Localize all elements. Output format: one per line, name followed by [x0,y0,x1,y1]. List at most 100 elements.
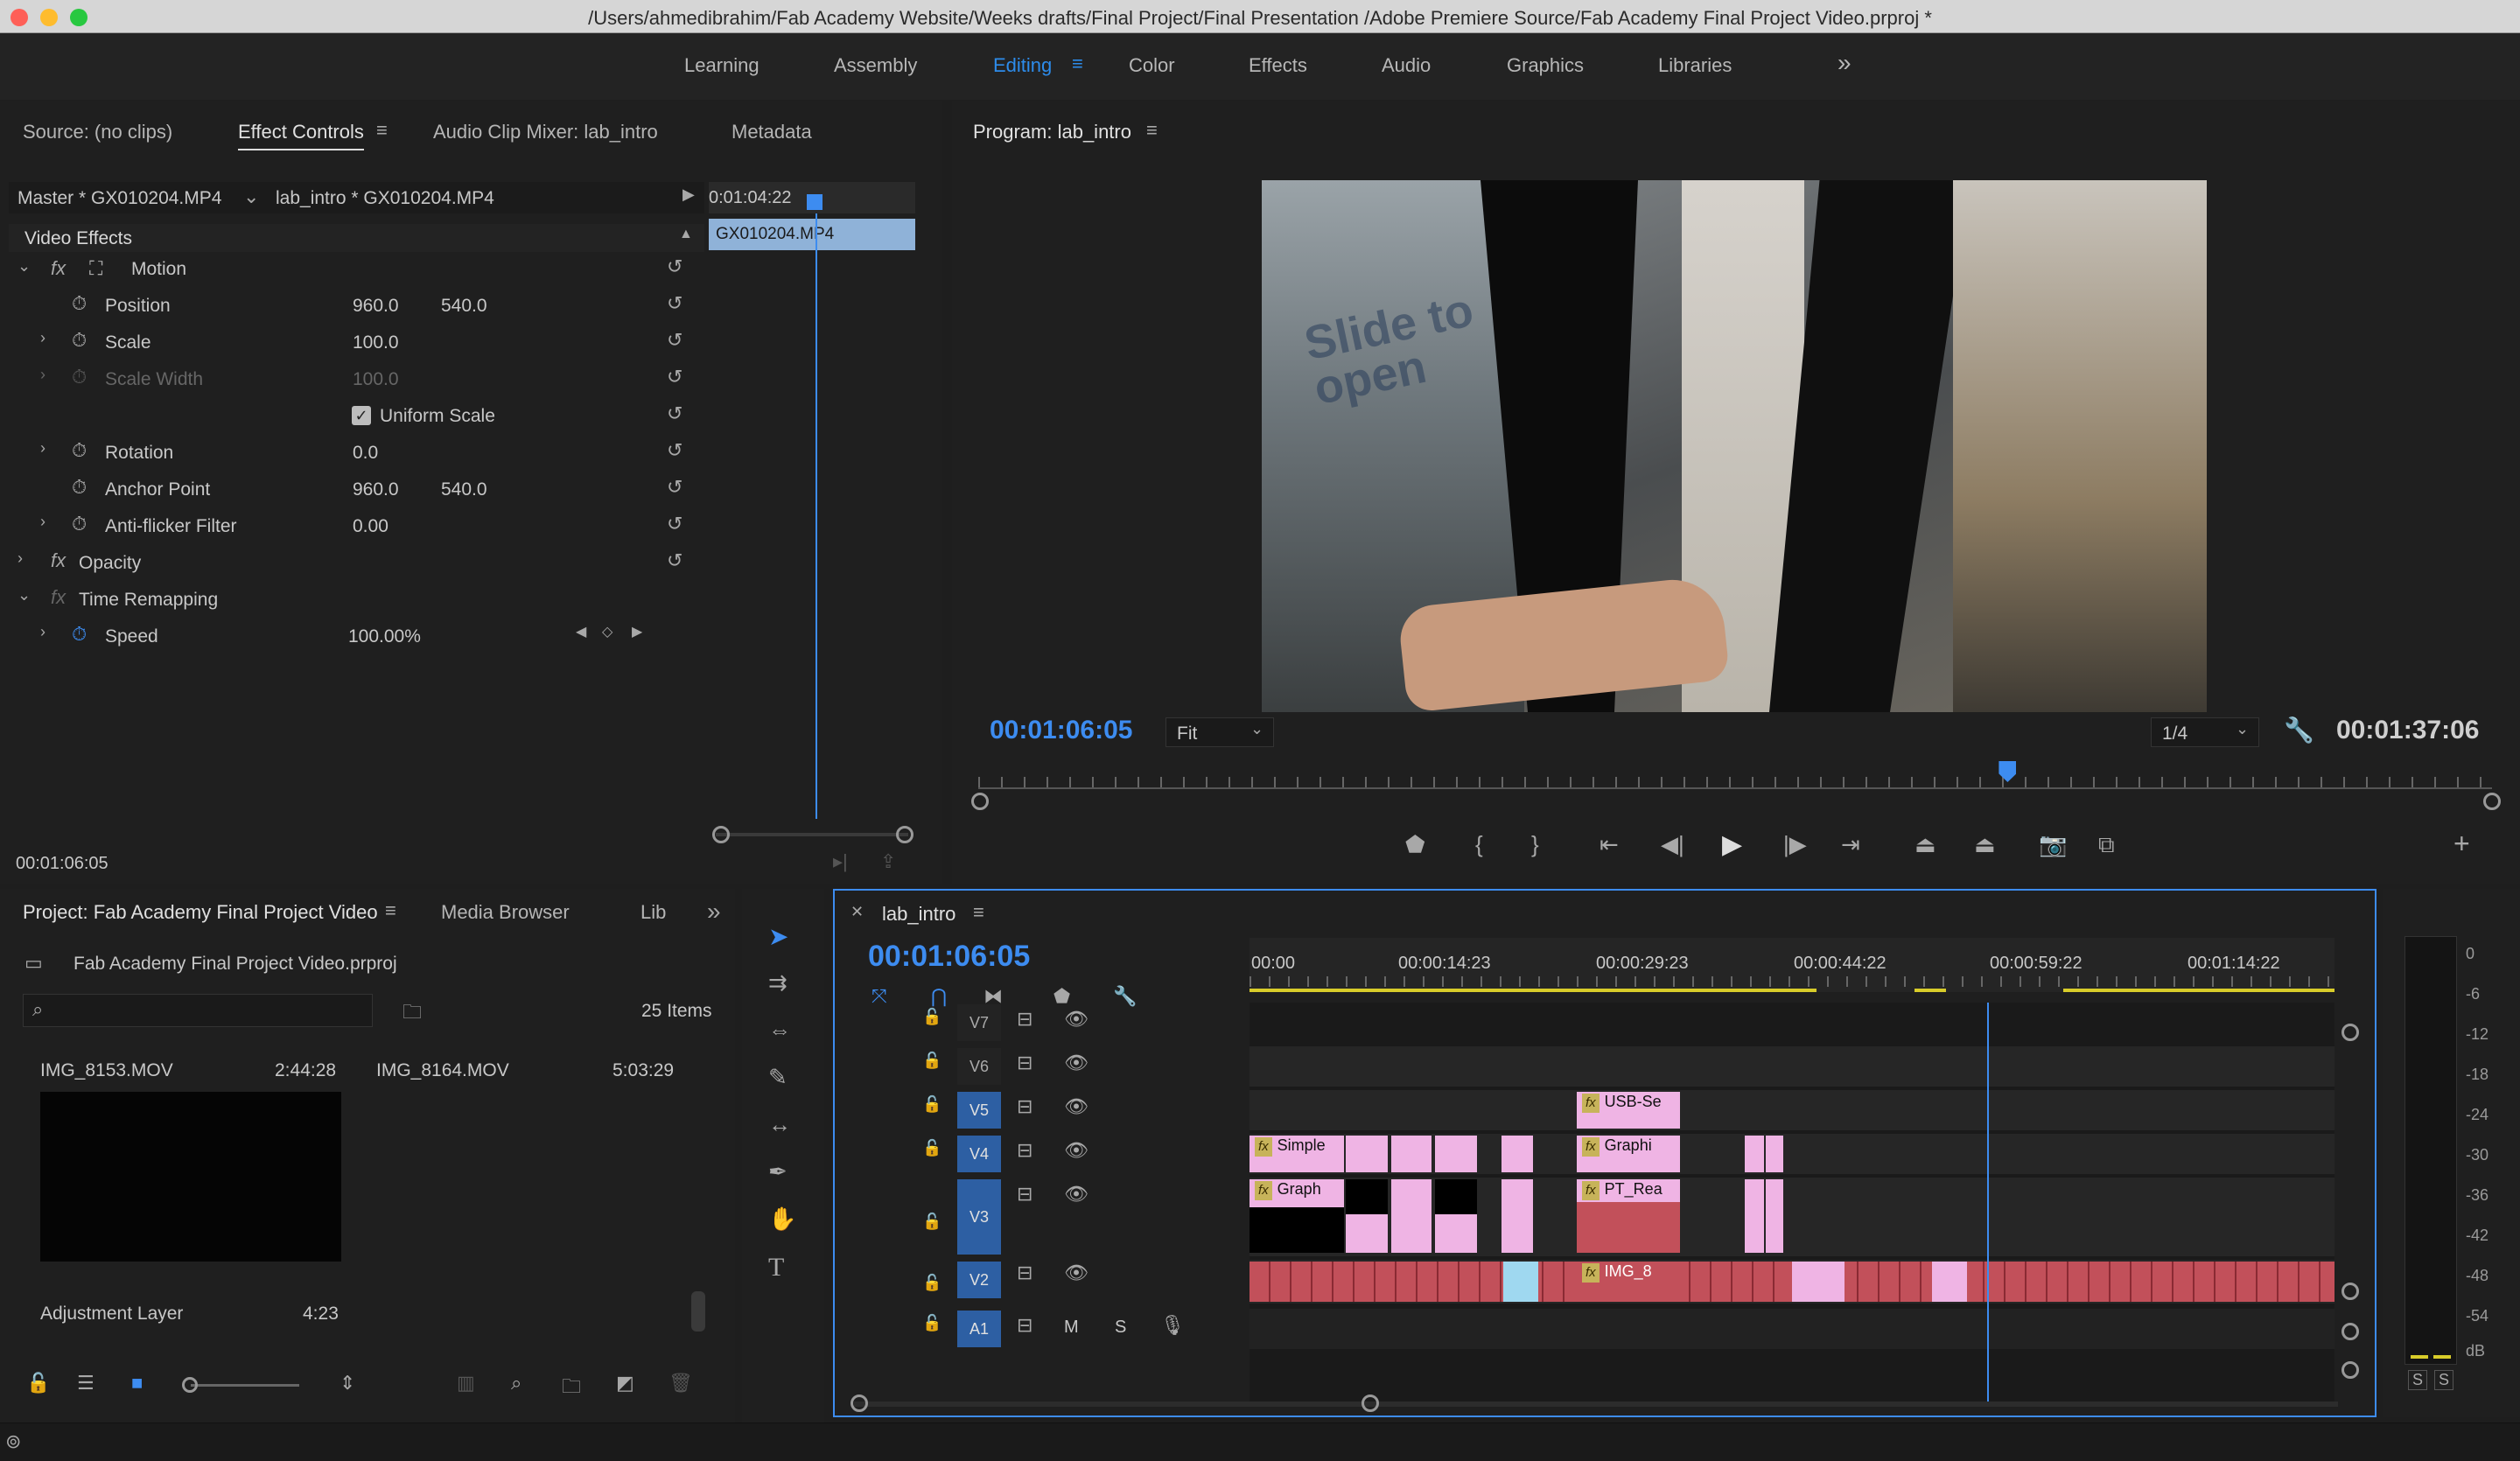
scrub-handle-right[interactable] [2483,793,2501,810]
tab-source[interactable]: Source: (no clips) [23,121,172,143]
trash-icon[interactable]: 🗑 [668,1372,693,1395]
workspace-menu-icon[interactable]: ≡ [1072,52,1083,75]
microphone-icon[interactable]: 🎙 [1160,1314,1185,1337]
solo-button[interactable]: S [1115,1318,1126,1338]
panel-menu-icon[interactable]: ≡ [385,899,396,922]
scrub-handle-left[interactable] [971,793,989,810]
mini-playhead[interactable] [807,194,822,210]
program-tab[interactable]: Program: lab_intro [973,121,1131,143]
razor-tool-icon[interactable]: ✎ [768,1064,788,1091]
stopwatch-icon[interactable]: ⏱ [72,329,87,352]
lock-icon[interactable]: 🔓 [922,1095,942,1114]
track-select-tool-icon[interactable]: ⇉ [768,969,788,996]
program-timecode[interactable]: 00:01:06:05 [990,716,1132,745]
solo-left-button[interactable]: S [2408,1370,2428,1390]
workspace-learning[interactable]: Learning [684,54,760,77]
collapse-motion-icon[interactable]: ⌄ [18,257,31,276]
sync-lock-icon[interactable]: ⊟ [1017,1095,1032,1118]
selection-tool-icon[interactable]: ➤ [768,922,788,951]
clip[interactable] [1745,1179,1764,1253]
expand-speed-icon[interactable]: › [40,623,46,641]
program-scrub-bar[interactable] [978,761,2492,796]
reset-scale-width-icon[interactable]: ↺ [667,366,682,388]
more-tabs-icon[interactable]: » [707,898,721,926]
eye-icon[interactable]: 👁 [1064,1008,1088,1031]
vertical-scroll-handle[interactable] [2342,1283,2359,1300]
thumb-img-8164[interactable]: IMG_8164.MOV 5:03:29 [360,1050,693,1102]
mute-button[interactable]: M [1064,1318,1079,1338]
workspace-libraries[interactable]: Libraries [1658,54,1732,77]
thumb-img-8153[interactable]: IMG_8153.MOV 2:44:28 Adjustment Layer 4:… [26,1050,355,1347]
lock-icon[interactable]: 🔓 [922,1213,942,1231]
panel-menu-icon[interactable]: ≡ [973,901,984,924]
slip-tool-icon[interactable]: ↔ [768,1111,791,1138]
stopwatch-icon[interactable]: ⏱ [72,513,87,535]
effect-timecode[interactable]: 00:01:06:05 [16,854,108,874]
tab-project[interactable]: Project: Fab Academy Final Project Video [23,901,378,924]
clip-graph[interactable]: fx Graph [1250,1179,1344,1253]
ripple-edit-tool-icon[interactable]: ⇔ [768,1017,791,1044]
close-sequence-icon[interactable]: ✕ [850,903,864,921]
antiflicker-value[interactable]: 0.00 [353,516,388,537]
go-to-in-icon[interactable]: ⇤ [1600,831,1619,858]
track-label-v5[interactable]: V5 [957,1092,1001,1129]
tab-libraries[interactable]: Lib [640,901,666,924]
speed-value[interactable]: 100.00% [348,626,421,647]
effect-zoom-scroll[interactable] [716,833,908,836]
clip-pink[interactable] [1932,1262,1967,1302]
lift-icon[interactable]: ⏏ [1914,831,1936,858]
track-area[interactable]: fx USB-Se fx Simple fx Graphi fx Graph fx PT_… [1250,1003,2334,1405]
workspace-audio[interactable]: Audio [1382,54,1431,77]
reset-opacity-icon[interactable]: ↺ [667,549,682,572]
collapse-time-remap-icon[interactable]: ⌄ [18,586,31,605]
clip[interactable] [1435,1136,1477,1172]
position-x-value[interactable]: 960.0 [353,296,399,317]
clip[interactable] [1391,1179,1432,1253]
pen-tool-icon[interactable]: ✒ [768,1158,788,1185]
prev-keyframe-icon[interactable]: ◀ [576,623,586,640]
slider-handle[interactable] [182,1377,198,1393]
expand-rotation-icon[interactable]: › [40,439,46,458]
fit-dropdown[interactable]: Fit ⌄ [1166,717,1274,747]
reset-rotation-icon[interactable]: ↺ [667,439,682,462]
zoom-handle-left[interactable] [712,826,730,843]
scroll-handle-right[interactable] [1362,1395,1379,1412]
track-label-a1[interactable]: A1 [957,1311,1001,1347]
expand-scale-icon[interactable]: › [40,329,46,347]
workspace-assembly[interactable]: Assembly [834,54,917,77]
panel-menu-icon[interactable]: ≡ [1146,119,1158,142]
clip-cyan[interactable] [1503,1262,1538,1302]
expand-scale-width-icon[interactable]: › [40,366,46,384]
next-keyframe-icon[interactable]: ▶ [632,623,642,640]
new-item-icon[interactable]: ◩ [616,1372,634,1395]
clip-label[interactable]: lab_intro * GX010204.MP4 [276,188,494,209]
clip[interactable] [1391,1136,1432,1172]
clip-img[interactable]: fx IMG_8 [1577,1262,1680,1302]
video-frame[interactable]: Slide to open [1262,180,2207,712]
anchor-x-value[interactable]: 960.0 [353,479,399,500]
lock-icon[interactable]: 🔓 [26,1372,50,1395]
clip-pink[interactable] [1792,1262,1844,1302]
clip[interactable] [1346,1179,1388,1253]
step-forward-icon[interactable]: |▶ [1783,831,1807,858]
eye-icon[interactable]: 👁 [1064,1183,1088,1206]
wrench-icon[interactable]: 🔧 [2284,716,2314,744]
play-icon[interactable]: ▶ [1722,829,1742,860]
clip[interactable] [1766,1179,1783,1253]
uniform-scale-checkbox[interactable]: ✓ [352,406,371,425]
mark-in-icon[interactable]: { [1475,831,1483,858]
sync-lock-icon[interactable]: ⊟ [1017,1052,1032,1074]
reset-anchor-icon[interactable]: ↺ [667,476,682,499]
position-y-value[interactable]: 540.0 [441,296,487,317]
list-view-icon[interactable]: ☰ [77,1372,94,1395]
clip[interactable] [1502,1179,1533,1253]
track-label-v3[interactable]: V3 [957,1179,1001,1255]
compare-view-icon[interactable]: ⧉ [2098,831,2115,859]
lock-icon[interactable]: 🔓 [922,1274,942,1292]
thumb-size-slider[interactable] [191,1384,299,1387]
mark-out-icon[interactable]: } [1531,831,1539,858]
play-only-audio-icon[interactable]: ▶ [682,185,695,204]
sync-lock-icon[interactable]: ⊟ [1017,1262,1032,1284]
panel-menu-icon[interactable]: ≡ [376,119,388,142]
rotation-value[interactable]: 0.0 [353,443,378,464]
